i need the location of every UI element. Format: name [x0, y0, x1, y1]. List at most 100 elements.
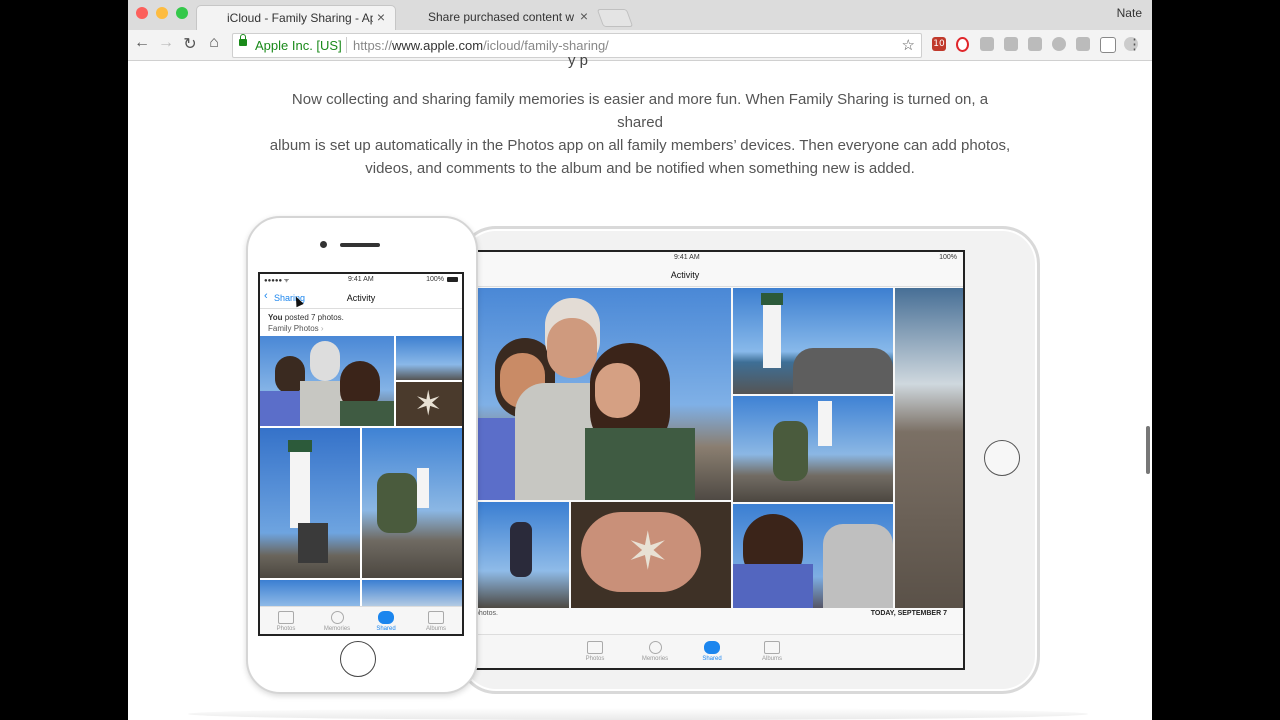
ipad-tab-photos[interactable]: Photos [580, 641, 610, 662]
iphone-tab-bar: Photos Memories Shared Albums [260, 606, 462, 634]
ipad-tab-shared[interactable]: Shared [697, 641, 727, 662]
iphone-tab-photos[interactable]: Photos [272, 611, 300, 632]
memories-tab-icon [330, 611, 344, 624]
photos-tab-icon [587, 641, 603, 654]
description-line: Now collecting and sharing family memori… [291, 91, 989, 131]
family-selfie-photo [475, 288, 731, 500]
battery-icon [447, 277, 458, 282]
tab-label: Albums [425, 626, 446, 632]
iphone-tab-memories[interactable]: Memories [320, 611, 354, 632]
url-host: www.apple.com [392, 38, 484, 53]
more-menu-icon[interactable]: ⋮ [1127, 35, 1142, 53]
post-summary: You posted 7 photos. [268, 313, 344, 322]
forward-arrow-icon[interactable]: → [156, 34, 176, 52]
albums-tab-icon [764, 641, 780, 654]
page-scrollbar[interactable] [1146, 426, 1150, 474]
browser-toolbar: ← → ↻ ⌂ Apple Inc. [US] https://www.appl… [128, 30, 1152, 61]
front-camera [320, 241, 327, 248]
close-tab-icon[interactable]: × [377, 9, 385, 25]
iphone-battery: 100% [426, 276, 444, 283]
profile-name[interactable]: Nate [1117, 6, 1142, 20]
tab-label: Albums [761, 656, 782, 662]
tab-share-purchased-content[interactable]: Share purchased content with × [398, 5, 598, 30]
description-line: videos, and comments to the album and be… [365, 160, 915, 177]
starfish-hand-photo: ✶ [571, 502, 731, 608]
ipad-battery: 100% [939, 254, 957, 261]
description-line: album is set up automatically in the Pho… [269, 137, 1011, 154]
ipad-tab-bar: Photos Memories Shared Albums [475, 634, 963, 668]
ipad-home-button [984, 440, 1020, 476]
couple-photo [733, 504, 893, 608]
chat-extension-icon[interactable] [1004, 37, 1018, 51]
tab-strip: iCloud - Family Sharing - Apple × Share … [128, 0, 1152, 31]
window-extension-icon[interactable] [1100, 37, 1116, 53]
starfish-icon: ✶ [414, 385, 443, 423]
iphone-signal: ●●●●● ᯤ [264, 278, 290, 284]
tab-label: Photos [276, 626, 296, 632]
family-sharing-description: Now collecting and sharing family memori… [268, 88, 1012, 180]
iphone-screen: ●●●●● ᯤ 9:41 AM 100% ‹ Sharing Activity … [258, 272, 464, 636]
lock-icon [239, 34, 247, 46]
jumping-girl-thumbnail[interactable] [396, 336, 462, 380]
album-name: Family Photos [268, 324, 319, 333]
iphone-tab-shared[interactable]: Shared [372, 611, 400, 632]
earpiece-speaker [340, 243, 380, 247]
ipad-screen: 9:41 AM 100% Activity ✶ photos. TODAY, S… [473, 250, 965, 670]
elephant-extension-icon[interactable] [1028, 37, 1042, 51]
browser-window: iCloud - Family Sharing - Apple × Share … [128, 0, 1152, 720]
rocks-waves-photo [895, 288, 963, 608]
divider [260, 308, 462, 309]
iphone-time: 9:41 AM [348, 276, 374, 283]
ipad-tab-memories[interactable]: Memories [637, 641, 673, 662]
albums-tab-icon [428, 611, 444, 624]
url-scheme: https:// [353, 38, 393, 53]
post-user: You [268, 313, 283, 322]
tab-label: Memories [323, 626, 351, 632]
shadow [188, 708, 1088, 720]
close-tab-icon[interactable]: × [580, 8, 588, 24]
puzzle-extension-icon[interactable] [980, 37, 994, 51]
divider [475, 286, 963, 287]
shared-cloud-icon [704, 641, 720, 654]
back-arrow-icon[interactable]: ← [132, 34, 152, 52]
ipad-date-header: TODAY, SEPTEMBER 7 [870, 610, 947, 617]
divider [346, 37, 347, 53]
post-text: posted 7 photos. [284, 313, 344, 322]
reload-icon[interactable]: ↻ [180, 34, 200, 54]
woman-on-rocks-thumbnail[interactable] [362, 428, 462, 578]
lighthouse-photo [733, 288, 893, 394]
calendar-extension-icon[interactable]: 10 [932, 37, 946, 51]
tab-label: Shared [702, 656, 722, 662]
tab-label: Memories [641, 656, 669, 662]
ipad-tab-albums[interactable]: Albums [757, 641, 787, 662]
tab-label: Shared [376, 626, 396, 632]
tab-icloud-family-sharing[interactable]: iCloud - Family Sharing - Apple × [196, 5, 396, 30]
starfish-thumbnail[interactable]: ✶ [396, 382, 462, 426]
family-selfie-thumbnail[interactable] [260, 336, 394, 426]
close-window-button[interactable] [136, 7, 148, 19]
home-icon[interactable]: ⌂ [204, 34, 224, 52]
album-link[interactable]: Family Photos › [268, 324, 324, 333]
minimize-window-button[interactable] [156, 7, 168, 19]
zoom-window-button[interactable] [176, 7, 188, 19]
starfish-icon: ✶ [626, 523, 670, 581]
lighthouse-thumbnail[interactable] [260, 428, 360, 578]
memories-tab-icon [648, 641, 662, 654]
iphone-nav-title: Activity [346, 293, 376, 303]
jumping-girl-photo [475, 502, 569, 608]
bookmark-star-icon[interactable]: ☆ [902, 36, 915, 54]
photos-tab-icon [278, 611, 294, 624]
cloud-extension-icon[interactable] [1052, 37, 1066, 51]
opera-icon[interactable] [956, 37, 969, 52]
note-extension-icon[interactable] [1076, 37, 1090, 51]
iphone-tab-albums[interactable]: Albums [422, 611, 450, 632]
heading-fragment: y p [568, 52, 589, 69]
chevron-right-icon: › [320, 324, 324, 333]
ev-certificate-label: Apple Inc. [US] [255, 38, 342, 53]
tab-title: Share purchased content with [428, 10, 574, 24]
ipad-nav-title: Activity [670, 270, 700, 280]
url-text[interactable]: https://www.apple.com/icloud/family-shar… [353, 38, 609, 53]
shared-cloud-icon [378, 611, 394, 624]
tab-label: Photos [585, 656, 605, 662]
new-tab-button[interactable] [596, 9, 634, 27]
